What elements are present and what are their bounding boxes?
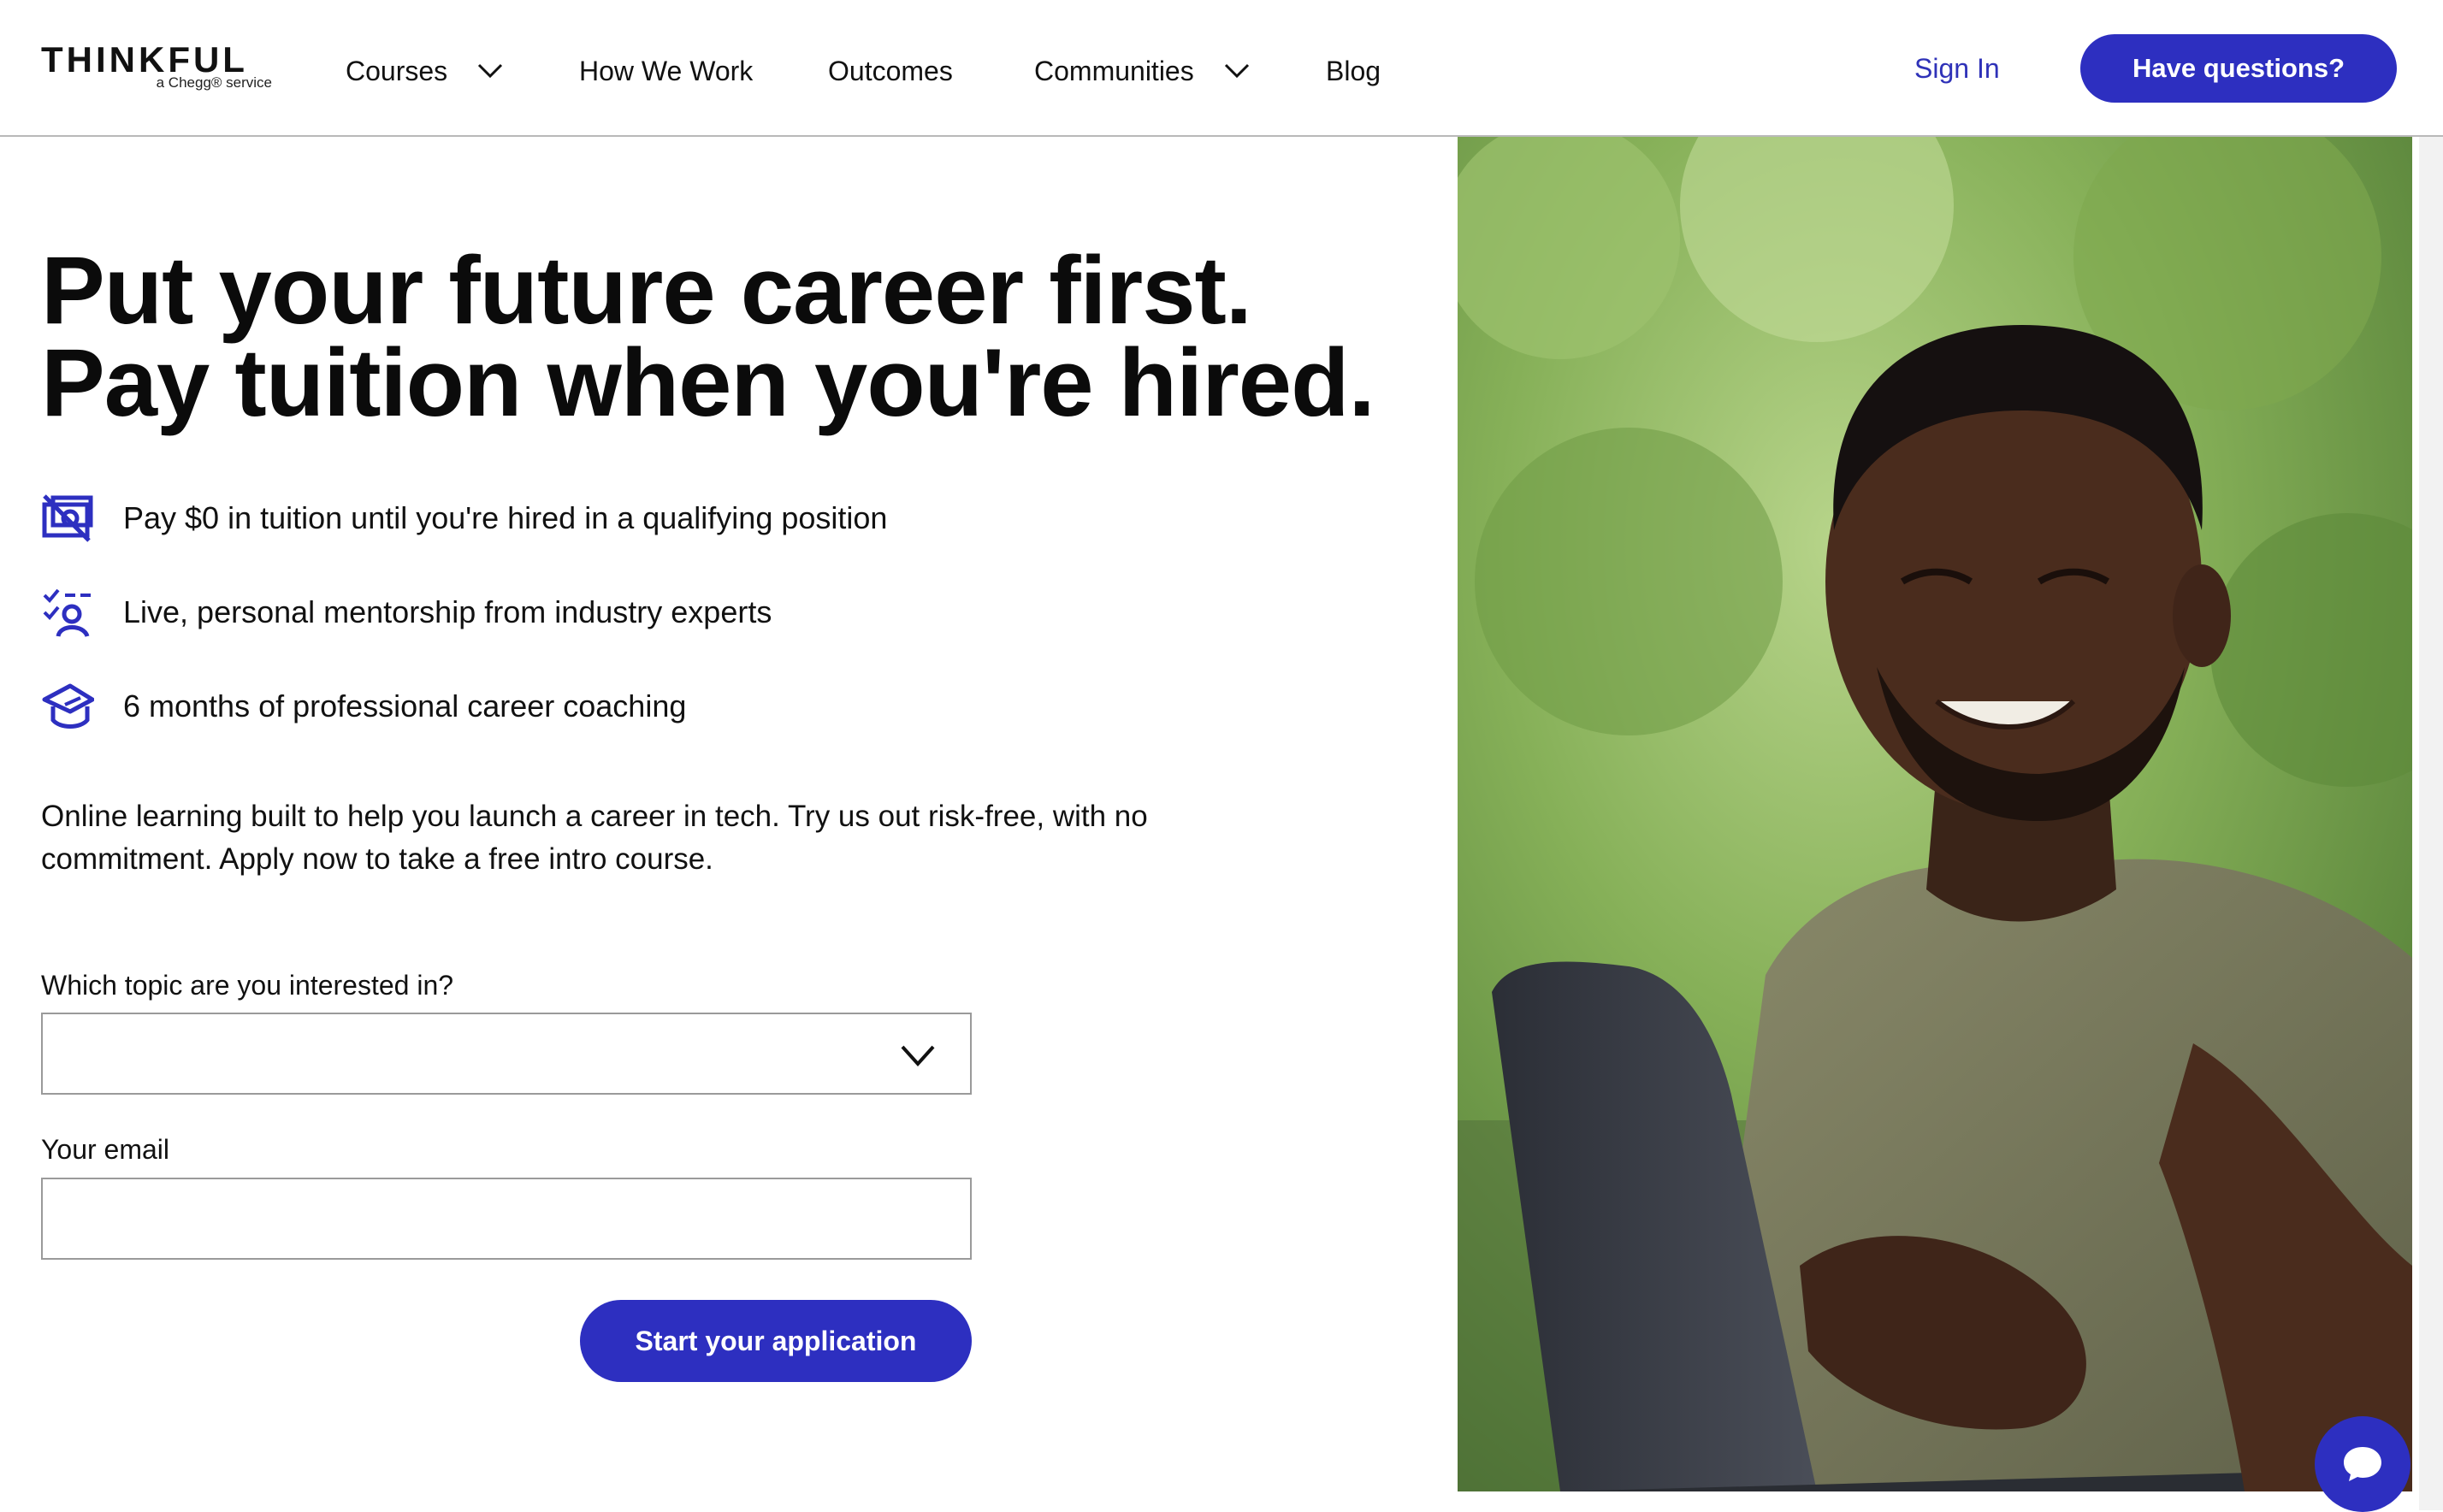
nav-blog[interactable]: Blog (1326, 43, 1381, 94)
hero-photo (1458, 137, 2412, 1491)
nav-courses[interactable]: Courses (346, 43, 503, 94)
nav-blog-label: Blog (1326, 55, 1381, 86)
intro-line-2: commitment. Apply now to take a free int… (41, 842, 713, 876)
nav-communities[interactable]: Communities (1034, 43, 1250, 94)
feature-text: 6 months of professional career coaching (123, 688, 687, 724)
feature-item: Pay $0 in tuition until you're hired in … (41, 493, 1239, 544)
topic-select[interactable] (41, 1013, 972, 1095)
sign-in-link[interactable]: Sign In (1914, 43, 2000, 94)
nav-communities-label: Communities (1034, 55, 1194, 86)
feature-text: Pay $0 in tuition until you're hired in … (123, 500, 888, 535)
email-field[interactable] (41, 1178, 972, 1260)
intro-paragraph: Online learning built to help you launch… (41, 795, 1256, 881)
nav-courses-label: Courses (346, 55, 448, 86)
chevron-down-icon (477, 63, 503, 78)
nav-outcomes[interactable]: Outcomes (828, 43, 953, 94)
hero-photo-illustration (1458, 137, 2412, 1491)
chevron-down-icon (901, 1045, 935, 1066)
headline-line-1: Put your future career first. (41, 237, 1252, 344)
graduation-cap-icon (42, 683, 94, 729)
nav-outcomes-label: Outcomes (828, 55, 953, 86)
topic-label: Which topic are you interested in? (41, 970, 454, 1001)
start-application-button[interactable]: Start your application (580, 1300, 972, 1382)
nav-how-we-work[interactable]: How We Work (579, 43, 753, 94)
thinkful-logo[interactable]: THINKFUL a Chegg® service (41, 39, 272, 97)
have-questions-button[interactable]: Have questions? (2080, 34, 2397, 103)
scrollbar-track[interactable] (2419, 137, 2443, 1510)
no-payment-icon (42, 494, 93, 542)
chat-bubble-icon (2344, 1447, 2381, 1481)
feature-item: Live, personal mentorship from industry … (41, 587, 1239, 638)
chat-button[interactable] (2315, 1416, 2410, 1512)
feature-text: Live, personal mentorship from industry … (123, 594, 772, 629)
headline-line-2: Pay tuition when you're hired. (41, 329, 1375, 436)
nav-how-we-work-label: How We Work (579, 55, 754, 86)
hero-headline: Put your future career first. Pay tuitio… (41, 237, 1410, 436)
site-header: THINKFUL a Chegg® service Courses How We… (0, 0, 2443, 137)
feature-item: 6 months of professional career coaching (41, 681, 1239, 732)
chevron-down-icon (1224, 63, 1249, 78)
mentor-checklist-icon (43, 588, 91, 638)
intro-line-1: Online learning built to help you launch… (41, 800, 1148, 833)
email-label: Your email (41, 1134, 170, 1165)
logo-tagline: a Chegg® service (156, 74, 272, 91)
